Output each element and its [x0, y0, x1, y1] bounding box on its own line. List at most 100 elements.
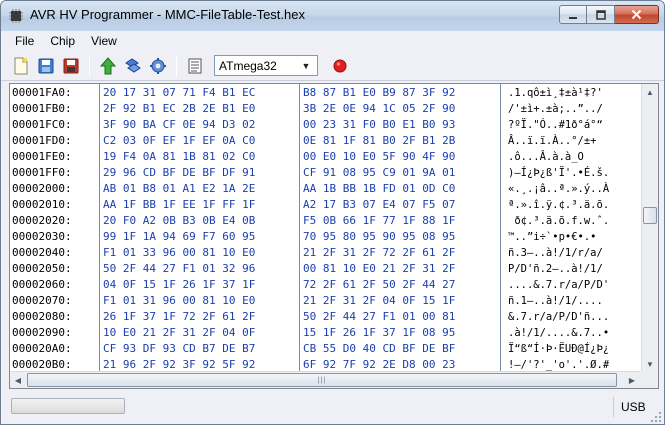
- hex-row[interactable]: 00002040: F1 01 33 96 00 81 10 E0 21 2F 31…: [10, 245, 640, 261]
- chip-select-value: ATmega32: [219, 58, 277, 73]
- save-icon: [63, 58, 79, 73]
- hex-bytes-cell: 15 1F 26 1F 37 1F 08 95: [303, 326, 456, 339]
- ascii-cell: .à!/1/....&.7..•: [508, 327, 610, 339]
- hex-bytes-cell: F1 01 33 96 00 81 10 E0: [103, 246, 256, 259]
- view-data-button[interactable]: [183, 54, 207, 78]
- hex-row[interactable]: 00001FF0: 29 96 CD BF DE BF DF 91 CF 91 08…: [10, 165, 640, 181]
- hex-bytes-cell: B8 87 B1 E0 B9 87 3F 92: [303, 86, 456, 99]
- menu-chip[interactable]: Chip: [42, 31, 83, 51]
- toolbar-separator: [89, 54, 90, 77]
- transfer-icon: [125, 57, 141, 73]
- minimize-button[interactable]: [559, 5, 587, 24]
- hex-bytes-cell: 10 E0 21 2F 31 2F 04 0F: [103, 326, 256, 339]
- document-list-icon: [188, 58, 202, 73]
- hex-bytes-cell: CB 55 D0 40 CD BF DE BF: [303, 342, 456, 355]
- hex-bytes-cell: 3B 2E 0E 94 1C 05 2F 90: [303, 102, 456, 115]
- vertical-scroll-thumb[interactable]: [643, 207, 657, 224]
- hex-row[interactable]: 00001FC0: 3F 90 BA CF 0E 94 D3 02 00 23 31…: [10, 117, 640, 133]
- settings-button[interactable]: [146, 54, 170, 78]
- close-icon: [631, 9, 642, 20]
- toolbar: ATmega32 ▼: [1, 51, 664, 81]
- program-button[interactable]: [96, 54, 120, 78]
- horizontal-scrollbar[interactable]: ◀ ||| ▶: [10, 371, 641, 388]
- hex-view[interactable]: 00001FA0: 20 17 31 07 71 F4 B1 EC B8 87 B1…: [9, 83, 659, 389]
- hex-bytes-cell: 70 95 80 95 90 95 08 95: [303, 230, 456, 243]
- hex-bytes-cell: 26 1F 37 1F 72 2F 61 2F: [103, 310, 256, 323]
- ascii-cell: .1.qô±ì¸‡±à¹‡?': [508, 87, 603, 99]
- hex-row[interactable]: 00002010: AA 1F BB 1F EE 1F FF 1F A2 17 B3…: [10, 197, 640, 213]
- maximize-button[interactable]: [587, 5, 615, 24]
- hex-bytes-cell: AB 01 B8 01 A1 E2 1A 2E: [103, 182, 256, 195]
- hex-bytes-cell: 21 2F 31 2F 04 0F 15 1F: [303, 294, 456, 307]
- record-button[interactable]: [328, 54, 352, 78]
- hex-row[interactable]: 00001FE0: 19 F4 0A 81 1B 81 02 C0 00 E0 10…: [10, 149, 640, 165]
- hex-bytes-cell: 21 2F 31 2F 72 2F 61 2F: [303, 246, 456, 259]
- hex-bytes-cell: 29 96 CD BF DE BF DF 91: [103, 166, 256, 179]
- chip-select[interactable]: ATmega32 ▼: [214, 55, 318, 76]
- address-cell: 00002020:: [12, 214, 72, 227]
- hex-bytes-cell: 50 2F 44 27 F1 01 32 96: [103, 262, 256, 275]
- hex-row[interactable]: 000020A0: CF 93 DF 93 CD B7 DE B7 CB 55 D0…: [10, 341, 640, 357]
- settings-gear-icon: [150, 57, 166, 74]
- vertical-scrollbar[interactable]: ▲ ▼: [641, 84, 658, 373]
- resize-grip-icon[interactable]: [650, 411, 662, 423]
- menu-view[interactable]: View: [83, 31, 125, 51]
- new-file-icon: [14, 57, 28, 74]
- hex-bytes-cell: 04 0F 15 1F 26 1F 37 1F: [103, 278, 256, 291]
- window-title: AVR HV Programmer - MMC-FileTable-Test.h…: [30, 7, 305, 22]
- new-file-button[interactable]: [9, 54, 33, 78]
- hex-bytes-cell: 0E 81 1F 81 B0 2F B1 2B: [303, 134, 456, 147]
- address-cell: 00001FC0:: [12, 118, 72, 131]
- hex-row[interactable]: 00002060: 04 0F 15 1F 26 1F 37 1F 72 2F 61…: [10, 277, 640, 293]
- title-bar[interactable]: AVR HV Programmer - MMC-FileTable-Test.h…: [1, 1, 664, 31]
- chevron-down-icon: ▼: [301, 60, 311, 71]
- hex-bytes-cell: 2F 92 B1 EC 2B 2E B1 E0: [103, 102, 256, 115]
- save-button[interactable]: [59, 54, 83, 78]
- ascii-cell: ñ.3–..à!/1/r/a/: [508, 247, 603, 259]
- hex-row[interactable]: 00001FD0: C2 03 0F EF 1F EF 0A C0 0E 81 1F…: [10, 133, 640, 149]
- address-cell: 000020A0:: [12, 342, 72, 355]
- close-button[interactable]: [615, 5, 659, 24]
- hex-row[interactable]: 00002080: 26 1F 37 1F 72 2F 61 2F 50 2F 44…: [10, 309, 640, 325]
- hex-row[interactable]: 00002020: 20 F0 A2 0B B3 0B E4 0B F5 0B 66…: [10, 213, 640, 229]
- scrollbar-corner: [641, 371, 658, 388]
- minimize-icon: [569, 16, 577, 19]
- hex-bytes-cell: 20 17 31 07 71 F4 B1 EC: [103, 86, 256, 99]
- hex-row[interactable]: 00001FB0: 2F 92 B1 EC 2B 2E B1 E0 3B 2E 0E…: [10, 101, 640, 117]
- connection-status: USB: [621, 400, 646, 414]
- horizontal-scroll-thumb[interactable]: |||: [27, 373, 617, 387]
- app-window: AVR HV Programmer - MMC-FileTable-Test.h…: [0, 0, 665, 425]
- hex-row[interactable]: 00002050: 50 2F 44 27 F1 01 32 96 00 81 10…: [10, 261, 640, 277]
- column-divider: [99, 84, 100, 374]
- hex-bytes-cell: 72 2F 61 2F 50 2F 44 27: [303, 278, 456, 291]
- hex-bytes-cell: 19 F4 0A 81 1B 81 02 C0: [103, 150, 256, 163]
- ascii-cell: ð¢.³.ä.õ.f.w.ˆ.: [508, 215, 610, 227]
- hex-row[interactable]: 00002030: 99 1F 1A 94 69 F7 60 95 70 95 80…: [10, 229, 640, 245]
- toolbar-separator: [176, 54, 177, 77]
- ascii-cell: P/D'ñ.2–..à!/1/: [508, 263, 603, 275]
- hex-row[interactable]: 00002000: AB 01 B8 01 A1 E2 1A 2E AA 1B BB…: [10, 181, 640, 197]
- caption-buttons: [559, 5, 659, 25]
- ascii-cell: /'±ì+.±à;..”../: [508, 103, 603, 115]
- open-file-button[interactable]: [34, 54, 58, 78]
- address-cell: 00002070:: [12, 294, 72, 307]
- grip-icon: |||: [317, 376, 327, 384]
- menu-file[interactable]: File: [7, 31, 42, 51]
- hex-row[interactable]: 00002090: 10 E0 21 2F 31 2F 04 0F 15 1F 26…: [10, 325, 640, 341]
- scroll-up-icon[interactable]: ▲: [642, 84, 658, 101]
- hex-bytes-cell: 00 E0 10 E0 5F 90 4F 90: [303, 150, 456, 163]
- hex-row[interactable]: 00002070: F1 01 31 96 00 81 10 E0 21 2F 31…: [10, 293, 640, 309]
- address-cell: 00001FD0:: [12, 134, 72, 147]
- address-cell: 00002010:: [12, 198, 72, 211]
- address-cell: 00002030:: [12, 230, 72, 243]
- hex-bytes-cell: F5 0B 66 1F 77 1F 88 1F: [303, 214, 456, 227]
- open-file-icon: [38, 58, 54, 73]
- scroll-right-icon[interactable]: ▶: [624, 372, 640, 388]
- hex-bytes-cell: CF 93 DF 93 CD B7 DE B7: [103, 342, 256, 355]
- transfer-button[interactable]: [121, 54, 145, 78]
- hex-bytes-cell: 50 2F 44 27 F1 01 00 81: [303, 310, 456, 323]
- hex-row[interactable]: 00001FA0: 20 17 31 07 71 F4 B1 EC B8 87 B1…: [10, 85, 640, 101]
- scroll-left-icon[interactable]: ◀: [10, 372, 26, 388]
- address-cell: 00001FA0:: [12, 86, 72, 99]
- hex-bytes-cell: C2 03 0F EF 1F EF 0A C0: [103, 134, 256, 147]
